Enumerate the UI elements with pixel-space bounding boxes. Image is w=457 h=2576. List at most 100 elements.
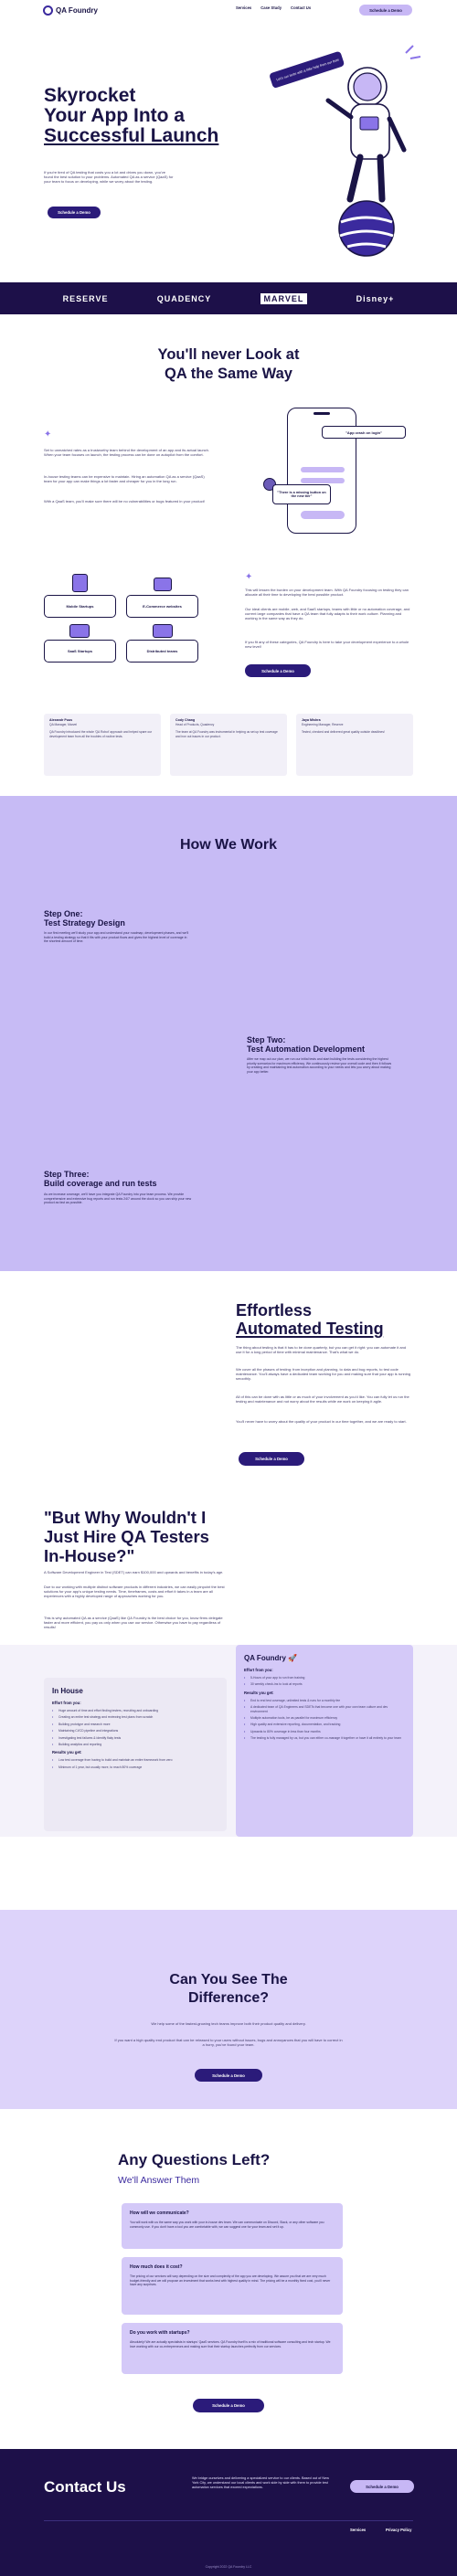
- difference-title-line: Difference?: [187, 1990, 270, 2006]
- step-three-title: Step Three: Build coverage and run tests: [44, 1170, 157, 1188]
- nav-link-case-study[interactable]: Case Study: [260, 5, 282, 10]
- footer-link-privacy[interactable]: Privacy Policy: [386, 2528, 411, 2532]
- difference-demo-button[interactable]: Schedule a Demo: [195, 2069, 262, 2082]
- why-title: "But Why Wouldn't I Just Hire QA Testers…: [44, 1508, 209, 1565]
- step-one-label: Step One:: [44, 909, 83, 918]
- testimonial-card: Alexandr Puus QA Manager, Marvel QA Foun…: [44, 714, 161, 776]
- faq-answer: You will work with us the same way you w…: [130, 2221, 324, 2229]
- effortless-paragraph-4: You'll never have to worry about the qua…: [236, 1419, 407, 1424]
- why-paragraph-3: This is why automated QA as a service (Q…: [44, 1616, 223, 1630]
- step-two-text: After we map out our plan, we run our in…: [247, 1057, 392, 1074]
- never-title-line: You'll never Look at: [157, 346, 300, 363]
- never-title: You'll never Look at QA the Same Way: [0, 345, 457, 384]
- footer-link-services[interactable]: Services: [350, 2528, 366, 2532]
- step-two-heading: Test Automation Development: [247, 1044, 366, 1054]
- nav-link-contact[interactable]: Contact Us: [291, 5, 311, 10]
- qa-foundry-effort-heading: Effort from you:: [244, 1668, 273, 1672]
- nav-link-services[interactable]: Services: [236, 5, 251, 10]
- list-item: Building analytics and reporting: [52, 1743, 218, 1747]
- mobile-icon: [72, 574, 88, 592]
- effortless-paragraph-1: The thing about testing is that it has t…: [236, 1345, 407, 1355]
- brand-name: QA Foundry: [56, 5, 98, 15]
- in-house-panel: In House Effort from you: Huge amount of…: [44, 1678, 227, 1831]
- never-paragraph-4: This will lessen the burden on your deve…: [245, 588, 409, 598]
- how-we-work-section: How We Work Step One: Test Strategy Desi…: [0, 796, 457, 1271]
- faq-item[interactable]: How much does it cost? The pricing of ou…: [122, 2257, 343, 2315]
- qa-foundry-results-list: End to end test coverage, unlimited test…: [244, 1699, 405, 1741]
- sparkle-icon: ✦: [44, 429, 52, 440]
- hero-title-line: Successful Launch: [44, 125, 219, 146]
- testimonial-text: The team at QA Foundry was instrumental …: [175, 730, 278, 738]
- testimonial-role: Head of Products, Quadency: [175, 722, 215, 726]
- hero-demo-button[interactable]: Schedule a Demo: [48, 207, 101, 218]
- list-item: Creating an entire test strategy and rev…: [52, 1715, 218, 1720]
- audience-card-saas: SaaS Startups: [44, 640, 116, 663]
- step-three-text: As we increase coverage, we'll have you …: [44, 1193, 192, 1205]
- list-item: Upwards to 80% coverage in less than fou…: [244, 1730, 405, 1734]
- footer-title: Contact Us: [44, 2478, 126, 2496]
- list-item: Huge amount of time and effort finding t…: [52, 1709, 218, 1713]
- sparkle-icon: ✦: [245, 572, 253, 582]
- difference-paragraph-1: We help some of the fastest-growing tech…: [151, 2021, 306, 2026]
- faq-item[interactable]: How will we communicate? You will work w…: [122, 2203, 343, 2249]
- in-house-title: In House: [52, 1687, 83, 1695]
- astronaut-illustration: Let's run tests with a little help from …: [270, 45, 421, 257]
- step-one-title: Step One: Test Strategy Design: [44, 909, 125, 928]
- list-item: Maintaining CI/CD pipeline and integrati…: [52, 1729, 218, 1733]
- effortless-demo-button[interactable]: Schedule a Demo: [239, 1452, 304, 1466]
- logo-quadency: QUADENCY: [156, 293, 212, 303]
- faq-title: Any Questions Left?: [118, 2151, 271, 2168]
- qa-foundry-effort-list: 5-Hours of your app to run from training…: [244, 1676, 405, 1687]
- audience-card-mobile: Mobile Startups: [44, 595, 116, 618]
- logo-reserve: RESERVE: [62, 293, 109, 303]
- in-house-results-list: Low test coverage from having to build a…: [52, 1758, 218, 1769]
- store-icon: [154, 578, 172, 591]
- hero-paragraph: If you're tired of QA testing that costs…: [44, 170, 174, 185]
- testimonial-text: Tested, checked and delivered great qual…: [302, 730, 385, 734]
- qa-foundry-title: QA Foundry 🚀: [244, 1654, 405, 1662]
- footer-text: We bridge ourselves and delivering a spe…: [192, 2476, 329, 2489]
- why-title-line: In-House?": [44, 1546, 135, 1565]
- copyright-text: Copyright 2022 QA Foundry LLC: [205, 2565, 252, 2569]
- brand-logo[interactable]: QA Foundry: [43, 5, 98, 16]
- list-item: 5-Hours of your app to run from training: [244, 1676, 405, 1680]
- in-house-effort-heading: Effort from you:: [52, 1701, 81, 1705]
- faq-demo-button[interactable]: Schedule a Demo: [193, 2399, 264, 2412]
- list-item: 30 weekly check-ins to look at reports: [244, 1682, 405, 1687]
- list-item: Building prototype and research more: [52, 1723, 218, 1727]
- list-item: Minimum of 1 year, but usually more, to …: [52, 1765, 218, 1770]
- difference-paragraph-2: If you want a high quality end product t…: [114, 2038, 343, 2048]
- effortless-paragraph-3: All of this can be done with as little o…: [236, 1394, 409, 1405]
- rocket-icon: 🚀: [288, 1654, 298, 1662]
- phone-notch: [314, 412, 330, 415]
- faq-item[interactable]: Do you work with startups? Absolutely! W…: [122, 2323, 343, 2374]
- step-three-heading: Build coverage and run tests: [44, 1179, 157, 1188]
- step-two-label: Step Two:: [247, 1035, 286, 1044]
- never-paragraph-2: In-house testing teams can be expensive …: [44, 474, 205, 484]
- why-paragraph-1: A Software Development Engineer in Test …: [44, 1570, 224, 1574]
- why-title-line: "But Why Wouldn't I: [44, 1508, 207, 1527]
- effortless-title-line: Automated Testing: [236, 1320, 384, 1338]
- list-item: Multiple automation tools, be as paralle…: [244, 1716, 405, 1721]
- qa-foundry-title-text: QA Foundry: [244, 1654, 286, 1662]
- list-item: A dedicated team of QA Engineers and SDE…: [244, 1705, 405, 1713]
- team-icon: [153, 624, 173, 638]
- hero-title-line: Skyrocket: [44, 85, 136, 106]
- logo-disney: Disney+: [356, 293, 395, 303]
- faq-question: How will we communicate?: [130, 2210, 189, 2216]
- logo-icon: [43, 5, 53, 16]
- list-item: Investigating test failures & identify f…: [52, 1736, 218, 1741]
- footer: Contact Us We bridge ourselves and deliv…: [0, 2449, 457, 2576]
- nav-demo-button[interactable]: Schedule a Demo: [359, 5, 412, 16]
- list-item: End to end test coverage, unlimited test…: [244, 1699, 405, 1703]
- testimonial-role: Engineering Manager, Reserve: [302, 722, 344, 726]
- never-title-line: QA the Same Way: [165, 366, 292, 382]
- never-paragraph-6: If you fit any of these categories, QA F…: [245, 640, 409, 650]
- never-demo-button[interactable]: Schedule a Demo: [245, 664, 311, 677]
- client-logos: RESERVE QUADENCY MARVEL Disney+: [0, 282, 457, 314]
- faq-answer: Absolutely! We are actually specialists …: [130, 2340, 331, 2348]
- never-paragraph-1: Set to unmatched rates as a trustworthy …: [44, 448, 209, 458]
- footer-demo-button[interactable]: Schedule a Demo: [350, 2480, 414, 2493]
- difference-title: Can You See The Difference?: [0, 1971, 457, 2008]
- qa-foundry-results-heading: Results you get:: [244, 1690, 274, 1695]
